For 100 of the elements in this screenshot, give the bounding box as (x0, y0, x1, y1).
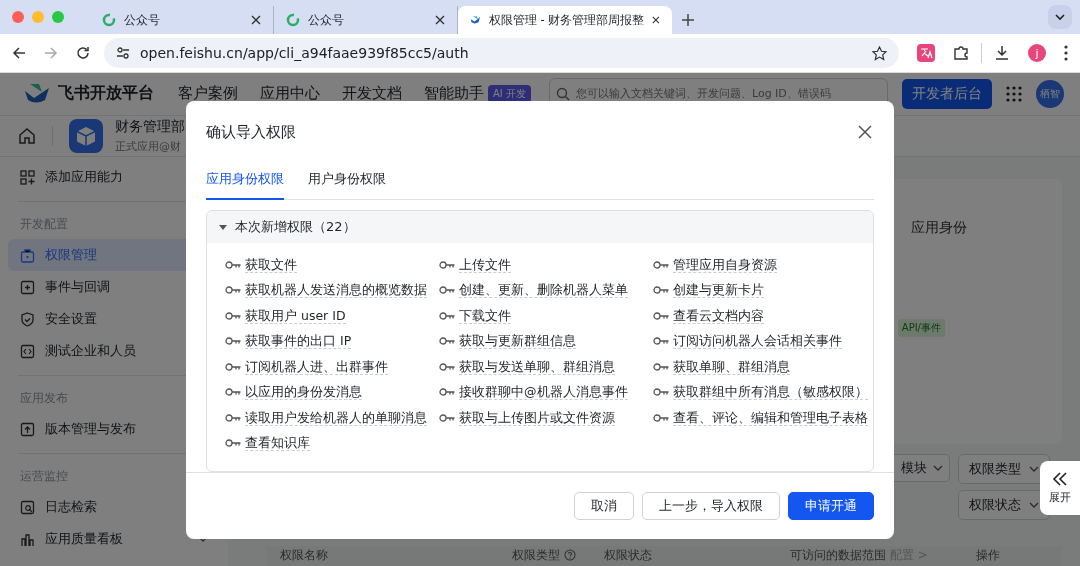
panel-header[interactable]: 本次新增权限（22） (207, 210, 873, 243)
search-document-icon (20, 499, 35, 515)
column-header: 操作 (976, 548, 1000, 562)
key-icon (225, 311, 241, 320)
dialog-tab[interactable]: 应用身份权限 (206, 161, 284, 200)
apps-grid-icon[interactable] (1006, 85, 1022, 102)
key-icon (225, 388, 241, 397)
sidebar-item[interactable]: 安全设置 (8, 303, 220, 335)
user-avatar[interactable]: 栖智 (1036, 79, 1064, 108)
api-tag: API/事件 (897, 319, 945, 337)
permission-name: 获取与发送单聊、群组消息 (459, 358, 615, 375)
browser-tab[interactable]: 权限管理 - 财务管理部周报整 (458, 6, 672, 34)
star-icon[interactable] (872, 45, 887, 61)
apply-button[interactable]: 申请开通 (788, 491, 874, 520)
sidebar-item[interactable]: 日志检索 (8, 491, 220, 523)
console-button[interactable]: 开发者后台 (902, 78, 992, 109)
app-icon (69, 118, 103, 153)
plus-square-icon (20, 279, 35, 295)
permission-name: 查看知识库 (245, 435, 310, 452)
bars-icon (20, 531, 35, 547)
column-header: 权限名称 (280, 548, 328, 562)
reload-icon[interactable] (76, 46, 90, 60)
filter-dropdown[interactable]: 权限状态 (958, 490, 1050, 520)
permission-name: 管理应用自身资源 (673, 256, 777, 273)
nav-link[interactable]: 开发文档 (342, 84, 402, 104)
filter-dropdown[interactable]: 权限类型 (958, 454, 1050, 484)
ring-icon (286, 13, 300, 27)
permission-name: 获取与更新群组信息 (459, 333, 576, 350)
nav-link[interactable]: 应用中心 (260, 84, 320, 104)
upload-icon (20, 421, 35, 437)
sidebar-item[interactable]: 事件与回调 (8, 271, 220, 303)
close-icon[interactable] (652, 15, 660, 25)
key-icon (225, 260, 241, 269)
key-icon (439, 362, 455, 371)
close-icon[interactable] (251, 15, 261, 25)
sidebar-item[interactable]: 应用质量看板 (8, 523, 220, 555)
caret-down-icon (219, 222, 227, 231)
expand-button[interactable]: 展开 (1040, 461, 1080, 515)
key-icon (653, 260, 669, 269)
permission-name: 订阅机器人进、出群事件 (245, 358, 388, 375)
nav-link[interactable]: 客户案例 (178, 84, 238, 104)
key-icon (225, 413, 241, 422)
permission-name: 查看云文档内容 (673, 307, 764, 324)
permission-name: 获取机器人发送消息的概览数据 (245, 282, 427, 299)
profile-avatar[interactable]: j (1028, 44, 1046, 62)
close-icon[interactable] (435, 15, 445, 25)
more-icon[interactable] (1064, 45, 1068, 61)
sidebar-item[interactable]: 测试企业和人员 (8, 335, 220, 367)
column-header: 可访问的数据范围 (790, 548, 886, 562)
key-icon (439, 286, 455, 295)
dialog-tab[interactable]: 用户身份权限 (308, 161, 386, 200)
code-icon (20, 343, 35, 359)
nav-link[interactable]: 智能助手 (424, 84, 484, 104)
permission-name: 获取群组中所有消息（敏感权限） (673, 384, 868, 401)
briefcase-icon (20, 247, 35, 263)
key-icon (225, 337, 241, 346)
key-icon (653, 311, 669, 320)
key-icon (653, 413, 669, 422)
sidebar-item[interactable]: 版本管理与发布 (8, 413, 220, 445)
back-icon[interactable] (12, 46, 26, 60)
permission-name: 获取事件的出口 IP (245, 333, 352, 350)
brand-name[interactable]: 飞书开放平台 (58, 83, 154, 105)
chevron-down-icon (1029, 502, 1039, 508)
key-icon (653, 286, 669, 295)
key-icon (225, 439, 241, 448)
nav-badge: AI 开发 (488, 84, 531, 103)
puzzle-icon[interactable] (953, 45, 969, 61)
grid-plus-icon (20, 169, 35, 185)
app-subtitle: 正式应用@财 (115, 138, 182, 154)
home-icon[interactable] (18, 126, 36, 145)
tab-title: 公众号 (124, 12, 161, 28)
permission-name: 创建与更新卡片 (673, 282, 764, 299)
site-settings-icon (116, 46, 130, 60)
key-icon (439, 337, 455, 346)
plus-icon[interactable] (682, 14, 694, 26)
translate-icon[interactable] (917, 44, 935, 62)
key-icon (439, 413, 455, 422)
address-field[interactable]: open.feishu.cn/app/cli_a94faae939f85cc5/auth (104, 38, 899, 68)
back-button[interactable]: 上一步，导入权限 (642, 491, 780, 520)
download-icon[interactable] (994, 45, 1010, 61)
permission-name: 获取单聊、群组消息 (673, 358, 790, 375)
chevron-down-icon (933, 465, 943, 471)
search-icon (555, 86, 570, 101)
permission-name: 创建、更新、删除机器人菜单 (459, 282, 628, 299)
close-icon[interactable] (858, 125, 872, 139)
logo-icon (24, 82, 50, 105)
permission-name: 订阅访问机器人会话相关事件 (673, 333, 842, 350)
key-icon (653, 362, 669, 371)
cancel-button[interactable]: 取消 (574, 491, 634, 520)
permission-name: 获取与上传图片或文件资源 (459, 409, 615, 426)
key-icon (439, 260, 455, 269)
column-header: 权限状态 (604, 548, 652, 562)
dialog-title: 确认导入权限 (206, 122, 296, 142)
tab-title: 权限管理 - 财务管理部周报整 (488, 12, 645, 28)
permission-name: 上传文件 (459, 256, 511, 273)
key-icon (225, 286, 241, 295)
permission-name: 下载文件 (459, 307, 511, 324)
tab-title: 公众号 (308, 12, 345, 28)
permission-name: 读取用户发给机器人的单聊消息 (245, 409, 427, 426)
chevron-down-icon[interactable] (1048, 5, 1072, 29)
